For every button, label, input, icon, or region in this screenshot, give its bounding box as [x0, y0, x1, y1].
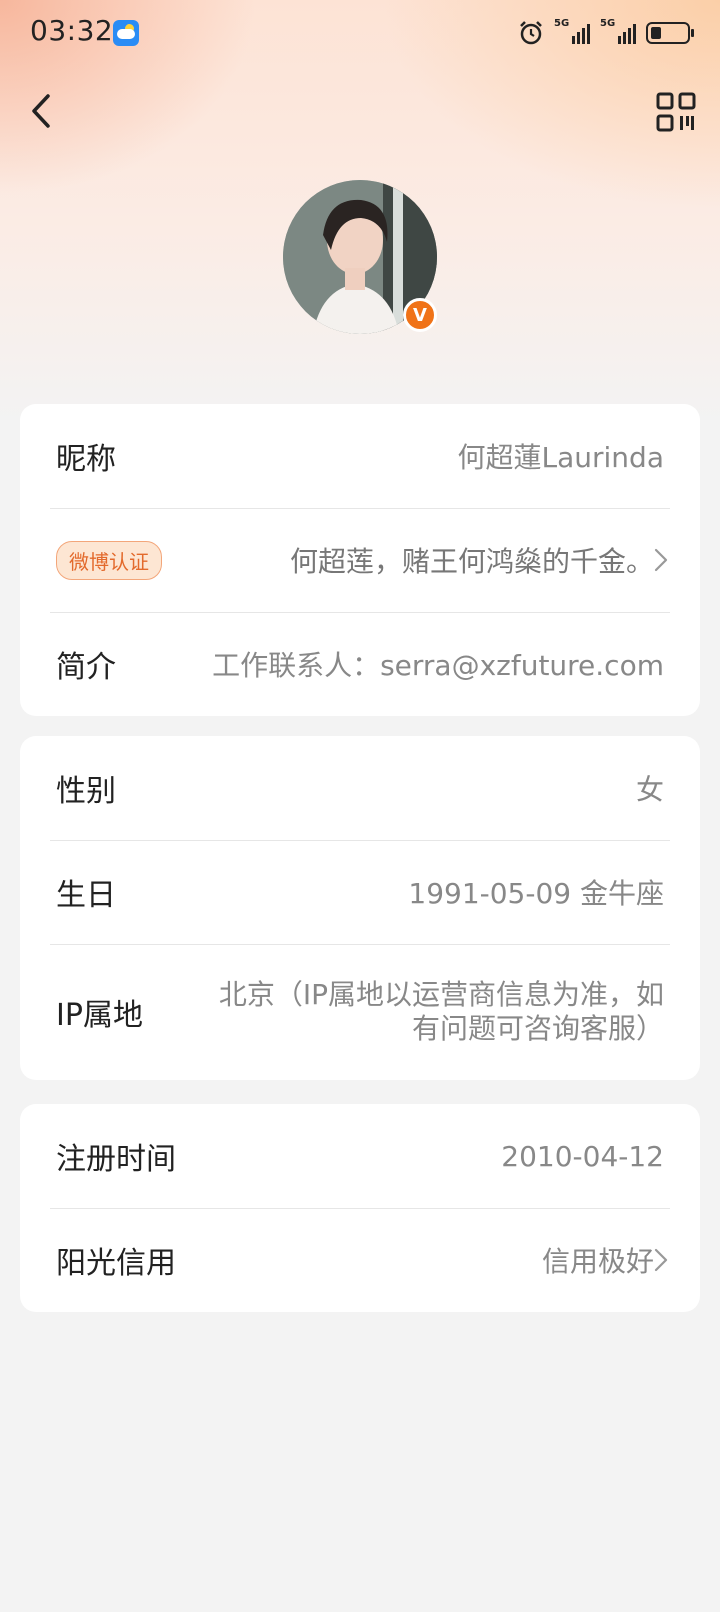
ip-location-value: 北京（IP属地以运营商信息为准，如有问题可咨询客服） — [218, 978, 664, 1045]
sunshine-credit-value: 信用极好 — [541, 1245, 654, 1278]
register-time-row: 注册时间 2010-04-12 — [20, 1104, 700, 1208]
personal-info-card: 性别 女 生日 1991-05-09 金牛座 IP属地 北京（IP属地以运营商信… — [20, 736, 700, 1080]
ip-location-label: IP属地 — [56, 998, 143, 1033]
profile-avatar-container[interactable]: V — [283, 180, 437, 334]
birthday-value: 1991-05-09 金牛座 — [408, 877, 664, 910]
status-icons: 5G 5G — [518, 18, 694, 48]
chevron-right-icon — [654, 1248, 668, 1272]
signal-label: 5G — [554, 18, 570, 29]
signal-icon: 5G — [554, 18, 590, 44]
signal-icon: 5G — [600, 18, 636, 44]
qr-code-icon[interactable] — [656, 92, 696, 132]
battery-icon — [646, 22, 694, 44]
basic-info-card: 昵称 何超蓮Laurinda 微博认证 何超莲，赌王何鸿燊的千金。 简介 工作联… — [20, 404, 700, 716]
gender-value: 女 — [635, 773, 664, 806]
bio-label: 简介 — [56, 650, 116, 685]
gender-row[interactable]: 性别 女 — [20, 736, 700, 840]
bio-row[interactable]: 简介 工作联系人：serra@xzfuture.com — [20, 612, 700, 716]
weibo-verification-row[interactable]: 微博认证 何超莲，赌王何鸿燊的千金。 — [20, 508, 700, 612]
account-info-card: 注册时间 2010-04-12 阳光信用 信用极好 — [20, 1104, 700, 1312]
nickname-value: 何超蓮Laurinda — [457, 441, 664, 474]
weibo-verify-badge: 微博认证 — [56, 540, 162, 580]
nickname-row[interactable]: 昵称 何超蓮Laurinda — [20, 404, 700, 508]
bio-value: 工作联系人：serra@xzfuture.com — [212, 649, 664, 682]
chevron-left-icon[interactable] — [22, 86, 66, 136]
birthday-label: 生日 — [56, 878, 116, 913]
birthday-row[interactable]: 生日 1991-05-09 金牛座 — [20, 840, 700, 944]
sunshine-credit-label: 阳光信用 — [56, 1246, 176, 1281]
verify-value: 何超莲，赌王何鸿燊的千金。 — [289, 545, 654, 578]
gender-label: 性别 — [56, 774, 116, 809]
status-time: 03:32 — [30, 14, 114, 47]
alarm-icon — [520, 21, 542, 45]
register-time-label: 注册时间 — [56, 1142, 176, 1177]
weather-app-icon — [113, 20, 139, 46]
sunshine-credit-row[interactable]: 阳光信用 信用极好 — [20, 1208, 700, 1312]
signal-label: 5G — [600, 18, 616, 29]
register-time-value: 2010-04-12 — [501, 1139, 664, 1173]
verified-badge: V — [403, 298, 437, 332]
status-bar: 03:32 5G 5G — [0, 0, 720, 70]
nickname-label: 昵称 — [56, 442, 116, 477]
chevron-right-icon — [654, 548, 668, 572]
ip-location-row: IP属地 北京（IP属地以运营商信息为准，如有问题可咨询客服） — [20, 944, 700, 1080]
